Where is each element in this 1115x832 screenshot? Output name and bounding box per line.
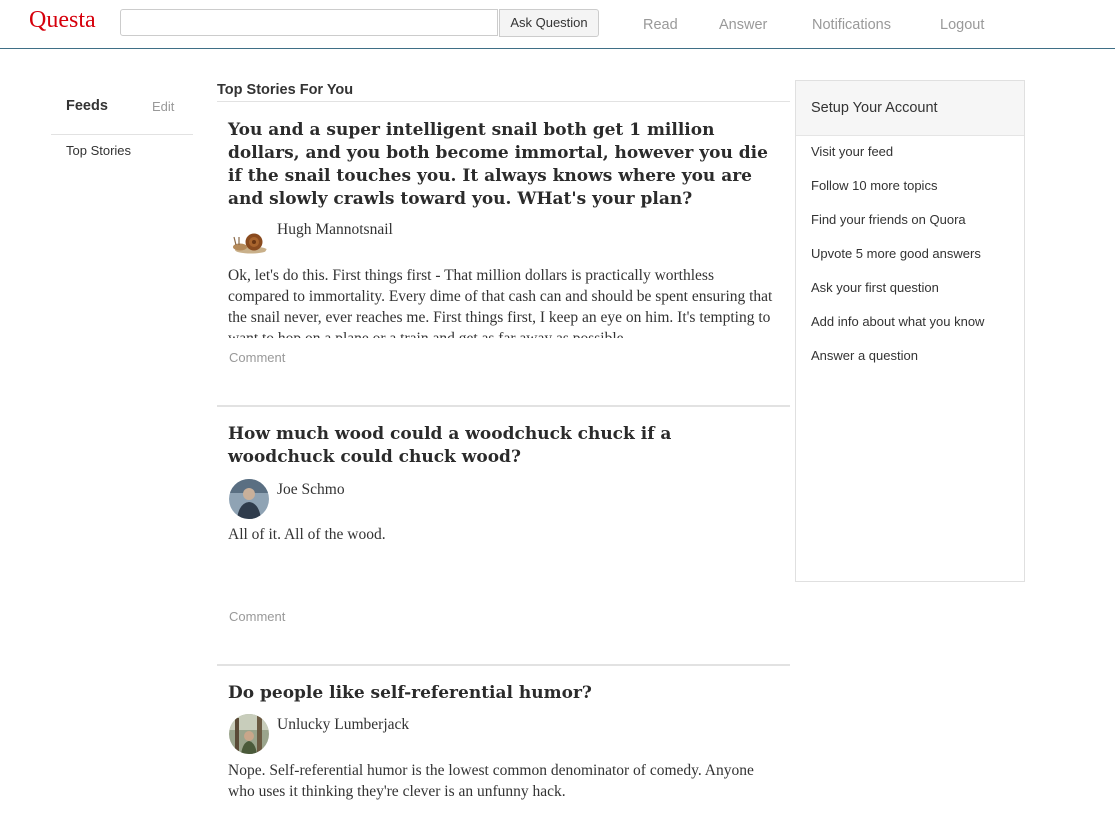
setup-item-find-friends[interactable]: Find your friends on Quora — [811, 212, 966, 227]
site-logo[interactable]: Questa — [29, 7, 96, 34]
setup-item-follow-topics[interactable]: Follow 10 more topics — [811, 178, 937, 193]
avatar[interactable] — [229, 479, 269, 519]
section-title: Top Stories For You — [217, 82, 354, 98]
nav-link-logout[interactable]: Logout — [940, 17, 984, 33]
snail-avatar-icon — [229, 220, 269, 260]
top-nav-bar: Questa Ask Question Read Answer Notifica… — [0, 0, 1115, 49]
answer-text: Ok, let's do this. First things first - … — [228, 267, 773, 338]
feeds-divider — [51, 134, 193, 135]
user-avatar-icon — [229, 479, 269, 519]
setup-item-answer-question[interactable]: Answer a question — [811, 348, 918, 363]
feed-item-top-stories[interactable]: Top Stories — [66, 143, 131, 158]
setup-item-upvote-answers[interactable]: Upvote 5 more good answers — [811, 246, 981, 261]
setup-item-ask-question[interactable]: Ask your first question — [811, 280, 939, 295]
author-name[interactable]: Unlucky Lumberjack — [277, 716, 409, 734]
question-title[interactable]: You and a super intelligent snail both g… — [228, 119, 773, 211]
story-card: Do people like self-referential humor? U… — [217, 666, 790, 832]
question-title[interactable]: Do people like self-referential humor? — [228, 682, 773, 705]
user-avatar-icon — [229, 714, 269, 754]
feeds-edit-link[interactable]: Edit — [152, 99, 174, 114]
avatar[interactable] — [229, 714, 269, 754]
question-title[interactable]: How much wood could a woodchuck chuck if… — [228, 423, 773, 469]
answer-text: All of it. All of the wood. — [228, 526, 386, 543]
author-name[interactable]: Hugh Mannotsnail — [277, 221, 393, 239]
search-input[interactable] — [120, 9, 498, 36]
nav-link-notifications[interactable]: Notifications — [812, 17, 891, 33]
setup-panel-title: Setup Your Account — [811, 100, 938, 116]
setup-item-add-info[interactable]: Add info about what you know — [811, 314, 984, 329]
setup-panel-header: Setup Your Account — [796, 81, 1024, 136]
nav-link-answer[interactable]: Answer — [719, 17, 767, 33]
story-card: How much wood could a woodchuck chuck if… — [217, 407, 790, 664]
avatar[interactable] — [229, 220, 269, 260]
story-card: You and a super intelligent snail both g… — [217, 102, 790, 405]
answer-text: Nope. Self-referential humor is the lowe… — [228, 762, 754, 800]
ask-question-button[interactable]: Ask Question — [499, 9, 599, 37]
setup-account-panel: Setup Your Account Visit your feed Follo… — [795, 80, 1025, 582]
nav-link-read[interactable]: Read — [643, 17, 678, 33]
setup-item-visit-feed[interactable]: Visit your feed — [811, 144, 893, 159]
author-name[interactable]: Joe Schmo — [277, 481, 345, 499]
feeds-title: Feeds — [66, 98, 108, 114]
comment-link[interactable]: Comment — [229, 350, 285, 365]
comment-link[interactable]: Comment — [229, 609, 285, 624]
